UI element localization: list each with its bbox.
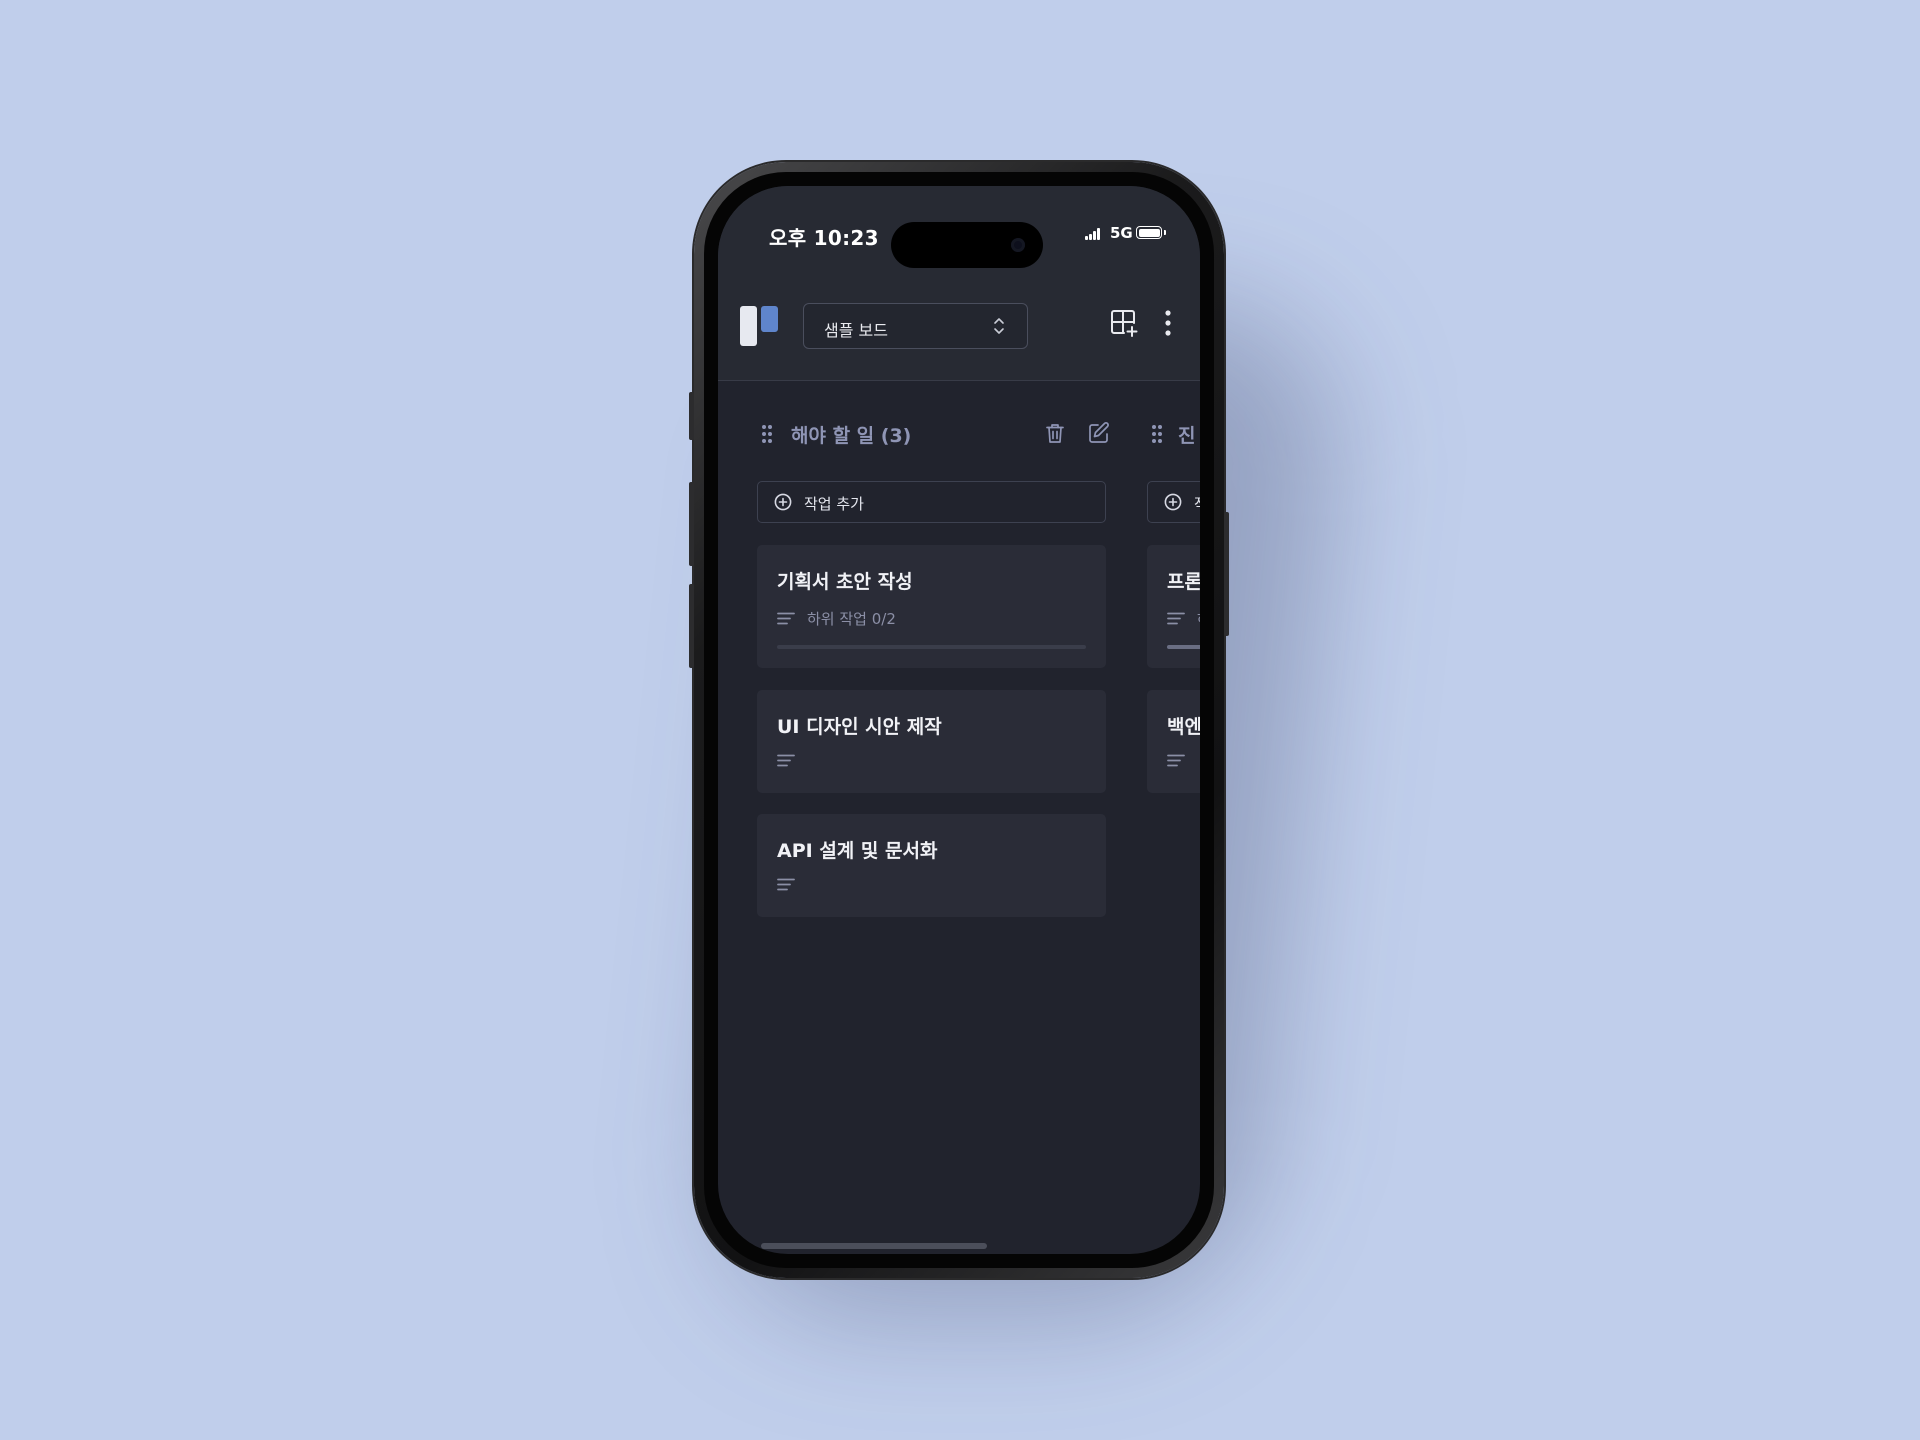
- task-title: 기획서 초안 작성: [777, 571, 913, 593]
- plus-circle-icon: [1164, 493, 1182, 511]
- cellular-signal-icon: [1085, 228, 1105, 240]
- task-card[interactable]: 기획서 초안 작성 하위 작업 0/2: [757, 545, 1106, 668]
- board-selector-label: 샘플 보드: [824, 321, 888, 340]
- column-header: 진: [1151, 419, 1200, 449]
- task-card[interactable]: API 설계 및 문서화: [757, 814, 1106, 917]
- app-logo: [740, 306, 780, 346]
- volume-down-button: [689, 584, 694, 668]
- action-button: [689, 392, 694, 440]
- subtask-progress-bar: [777, 645, 1086, 649]
- phone-frame: 오후 10:23 5G 샘플 보드 해야 할 일 (3) 작업 추가 기획서 초…: [689, 162, 1229, 1278]
- app-header: 샘플 보드: [718, 270, 1200, 381]
- description-icon: [1167, 754, 1185, 767]
- task-title: API 설계 및 문서화: [777, 840, 938, 862]
- description-icon: [777, 754, 795, 767]
- subtask-count: 하위 작업 0/2: [807, 610, 896, 628]
- task-card[interactable]: 프론 하: [1147, 545, 1200, 668]
- task-card[interactable]: 백엔: [1147, 690, 1200, 793]
- kanban-board: 해야 할 일 (3) 작업 추가 기획서 초안 작성 하위 작업 0/2 UI …: [718, 381, 1200, 1254]
- task-title: UI 디자인 시안 제작: [777, 716, 942, 738]
- board-selector[interactable]: 샘플 보드: [803, 303, 1028, 349]
- description-icon: [777, 878, 795, 891]
- dynamic-island: [891, 222, 1043, 268]
- volume-up-button: [689, 482, 694, 566]
- description-icon: [1167, 612, 1185, 625]
- subtask-progress-bar: [1167, 645, 1200, 649]
- plus-circle-icon: [774, 493, 792, 511]
- column-header: 해야 할 일 (3): [761, 419, 1121, 449]
- add-task-button[interactable]: 작업 추가: [757, 481, 1106, 523]
- task-card[interactable]: UI 디자인 시안 제작: [757, 690, 1106, 793]
- drag-handle-icon[interactable]: [1151, 424, 1163, 444]
- camera-icon: [1011, 238, 1025, 252]
- column-title: 진: [1178, 425, 1196, 447]
- task-title: 프론: [1167, 571, 1200, 593]
- status-bar: 오후 10:23 5G: [718, 186, 1200, 270]
- task-title: 백엔: [1167, 716, 1200, 738]
- status-time: 오후 10:23: [769, 226, 879, 250]
- chevron-up-down-icon: [994, 318, 1004, 334]
- add-column-icon[interactable]: [1109, 308, 1139, 338]
- edit-icon[interactable]: [1088, 422, 1110, 444]
- battery-icon: [1136, 226, 1166, 239]
- description-icon: [777, 612, 795, 625]
- add-task-button[interactable]: 작: [1147, 481, 1200, 523]
- power-button: [1224, 512, 1229, 636]
- drag-handle-icon[interactable]: [761, 424, 773, 444]
- add-task-label: 작업 추가: [804, 495, 864, 513]
- more-vertical-icon[interactable]: [1164, 310, 1172, 336]
- home-indicator[interactable]: [761, 1243, 987, 1249]
- column-title: 해야 할 일 (3): [791, 425, 912, 447]
- network-type: 5G: [1110, 224, 1133, 242]
- screen: 오후 10:23 5G 샘플 보드 해야 할 일 (3) 작업 추가 기획서 초…: [718, 186, 1200, 1254]
- trash-icon[interactable]: [1046, 423, 1064, 444]
